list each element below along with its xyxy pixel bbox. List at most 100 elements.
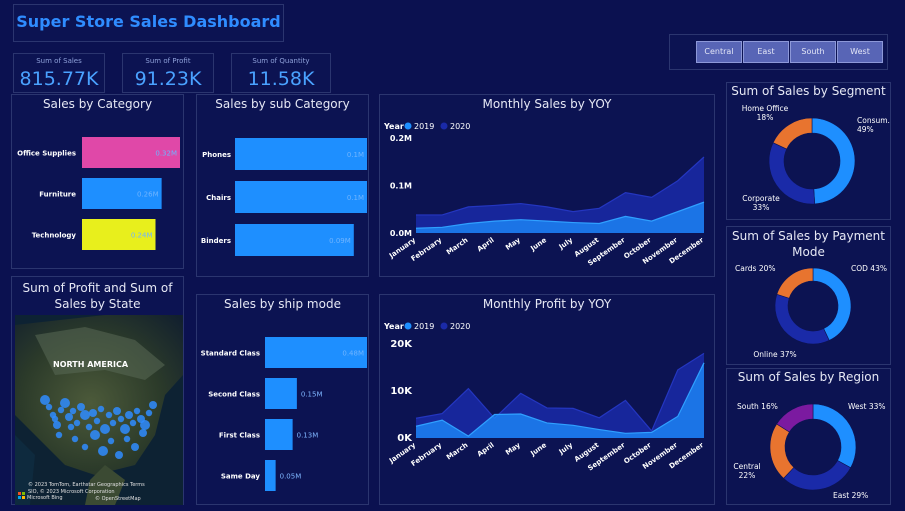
x-tick-label: May xyxy=(504,236,522,252)
legend-title: Year xyxy=(383,122,404,131)
header-title-box: Super Store Sales Dashboard xyxy=(13,4,284,42)
state-bubble xyxy=(113,407,121,415)
state-bubble xyxy=(55,431,63,439)
legend-marker xyxy=(404,122,412,130)
y-tick-label: 0.2M xyxy=(390,134,412,143)
category-label: Furniture xyxy=(39,191,76,199)
state-bubble xyxy=(67,423,75,431)
chart-title: Monthly Profit by YOY xyxy=(482,297,612,311)
state-map[interactable]: NORTH AMERICA © 2023 TomTom, Earthstar G… xyxy=(15,315,183,505)
category-label: Technology xyxy=(32,232,77,240)
state-bubble xyxy=(77,403,85,411)
chart-title: Sum of Profit and Sum of Sales by State xyxy=(22,281,173,311)
category-label: Standard Class xyxy=(201,350,260,358)
sales-by-category-panel: Sales by Category Office Supplies 0.32M Fu… xyxy=(11,94,184,269)
data-label: 0.05M xyxy=(280,473,302,481)
legend-label: 2019 xyxy=(414,322,434,331)
region-slicer: Central East South West xyxy=(669,34,888,70)
data-label: 0.24M xyxy=(131,232,153,240)
slicer-option-west[interactable]: West xyxy=(837,41,883,63)
slice-label: 18% xyxy=(757,113,774,122)
category-label: Binders xyxy=(201,237,231,245)
monthly-sales-chart: Year 2019 20200.0M0.1M0.2MJanuaryFebruary M… xyxy=(383,122,706,268)
sales-by-ship-mode-chart: Standard Class 0.48M Second Class 0.15M Firs… xyxy=(201,337,367,491)
slice-label: Corporate xyxy=(742,194,780,203)
state-bubble xyxy=(117,415,125,423)
sales-by-segment-chart: Consum...49% Corporate33% Home Office18% xyxy=(742,104,890,212)
state-bubble xyxy=(80,410,90,420)
slice-label: Online 37% xyxy=(753,350,796,359)
chart-title: Monthly Sales by YOY xyxy=(482,97,612,111)
state-bubble xyxy=(90,430,100,440)
chart-title: Sales by ship mode xyxy=(224,297,341,311)
data-label: 0.1M xyxy=(347,151,364,159)
sales-by-ship-mode-panel: Sales by ship mode Standard Class 0.48M Se… xyxy=(196,294,369,505)
slicer-option-east[interactable]: East xyxy=(743,41,789,63)
legend-label: 2020 xyxy=(450,322,470,331)
state-bubble xyxy=(115,451,123,459)
state-bubble xyxy=(120,424,130,434)
state-bubble xyxy=(40,395,50,405)
legend-title: Year xyxy=(383,322,404,331)
chart-title: Sales by Category xyxy=(42,97,153,111)
state-bubble xyxy=(149,401,157,409)
chart-title: Sum of Sales by Region xyxy=(737,370,880,384)
sales-by-region-panel: Sum of Sales by Region West 33% East 29% C… xyxy=(726,368,891,505)
bar xyxy=(265,378,297,409)
map-attribution-2: SIO, © 2023 Microsoft Corporation xyxy=(28,488,115,495)
chart-title: Sum of Sales by Payment Mode xyxy=(732,229,885,259)
monthly-profit-chart: Year 2019 20200K10K20KJanuaryFebruary March… xyxy=(383,322,706,473)
donut-slice xyxy=(776,267,814,299)
slice-label: 33% xyxy=(753,203,770,212)
category-label: First Class xyxy=(219,432,260,440)
x-tick-label: May xyxy=(504,441,522,457)
state-bubble xyxy=(89,409,97,417)
y-tick-label: 0.0M xyxy=(390,229,412,238)
slice-label: East 29% xyxy=(833,491,868,500)
sales-by-category-chart: Office Supplies 0.32M Furniture 0.26M Techno… xyxy=(17,137,180,250)
bar xyxy=(265,460,276,491)
state-bubble xyxy=(97,405,105,413)
kpi-value: 11.58K xyxy=(247,68,315,90)
legend-marker xyxy=(404,322,412,330)
kpi-label: Sum of Quantity xyxy=(252,57,310,65)
data-label: 0.26M xyxy=(137,191,159,199)
monthly-profit-panel: Monthly Profit by YOY Year 2019 2020 0K 10K 2… xyxy=(379,294,715,505)
kpi-card-quantity: Sum of Quantity 11.58K xyxy=(231,53,331,93)
state-bubble xyxy=(57,406,65,414)
donut-slice xyxy=(774,293,830,345)
sales-by-segment-panel: Sum of Sales by Segment Consum...49% Corp… xyxy=(726,82,891,220)
sales-by-region-chart: West 33% East 29% Central22% South 16% xyxy=(733,402,885,500)
kpi-label: Sum of Profit xyxy=(145,57,191,65)
kpi-card-sales: Sum of Sales 815.77K xyxy=(13,53,105,93)
category-label: Office Supplies xyxy=(17,150,76,158)
donut-slice xyxy=(812,267,852,341)
chart-title: Sales by sub Category xyxy=(215,97,350,111)
data-label: 0.32M xyxy=(155,150,177,158)
bing-logo-text: Microsoft Bing xyxy=(27,495,63,501)
kpi-card-profit: Sum of Profit 91.23K xyxy=(122,53,214,93)
state-bubble xyxy=(145,409,153,417)
data-label: 0.09M xyxy=(329,237,351,245)
donut-slice xyxy=(769,423,795,479)
state-bubble xyxy=(51,415,59,423)
state-bubble xyxy=(69,407,77,415)
map-attribution-1: © 2023 TomTom, Earthstar Geographics Ter… xyxy=(28,481,145,488)
sales-by-payment-chart: COD 43% Online 37% Cards 20% xyxy=(735,264,887,359)
slicer-option-south[interactable]: South xyxy=(790,41,836,63)
state-bubble xyxy=(105,411,113,419)
donut-slice xyxy=(772,117,813,150)
legend-marker xyxy=(440,322,448,330)
category-label: Second Class xyxy=(208,391,260,399)
sales-by-sub-category-chart: Phones 0.1M Chairs 0.1M Binders 0.09M xyxy=(201,138,367,256)
category-label: Same Day xyxy=(221,473,261,481)
category-label: Phones xyxy=(202,151,231,159)
monthly-sales-panel: Monthly Sales by YOY Year 2019 2020 0.0M 0.1… xyxy=(379,94,715,277)
data-label: 0.13M xyxy=(297,432,319,440)
state-bubble xyxy=(139,429,147,437)
kpi-label: Sum of Sales xyxy=(36,57,82,65)
slice-label: 22% xyxy=(739,471,756,480)
slicer-option-central[interactable]: Central xyxy=(696,41,742,63)
x-tick-label: April xyxy=(476,236,496,253)
state-bubble xyxy=(85,423,93,431)
